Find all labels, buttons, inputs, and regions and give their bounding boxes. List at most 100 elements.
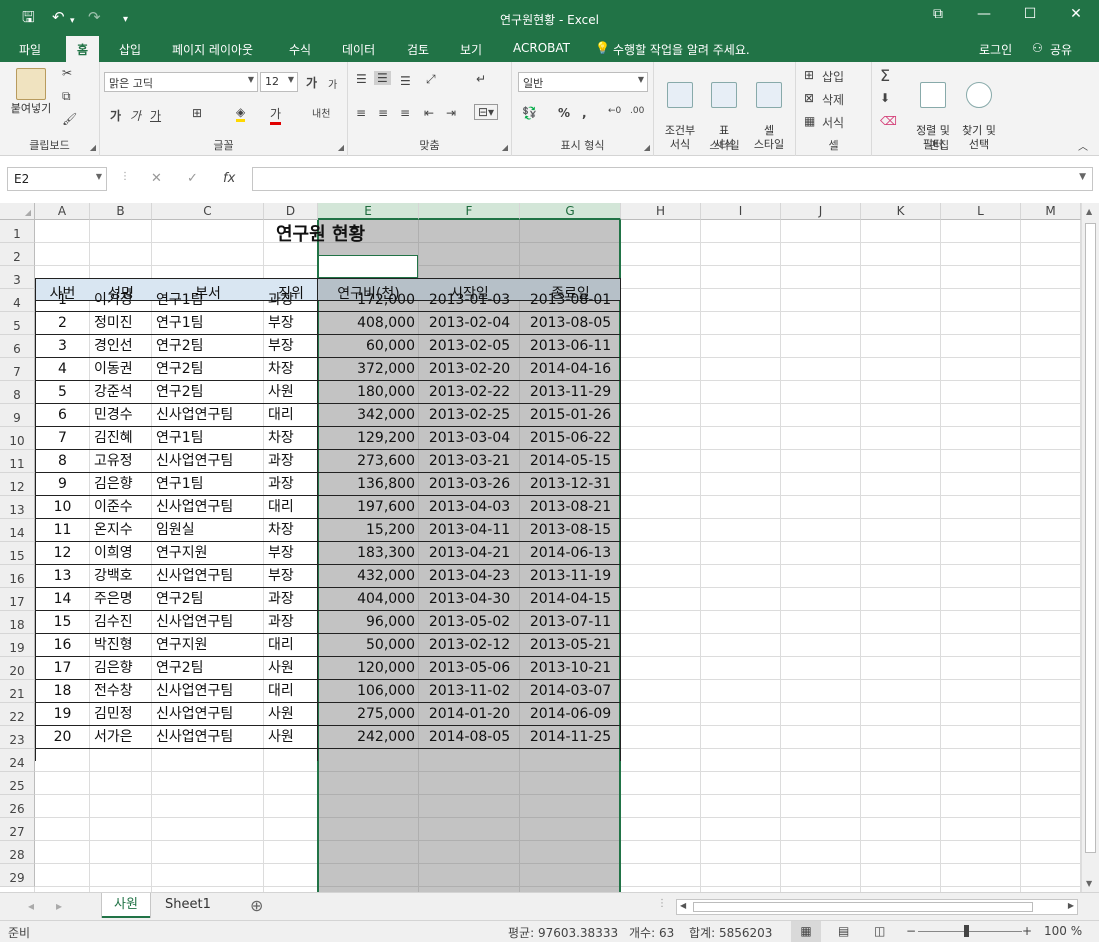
cell-name[interactable]: 김은향 bbox=[90, 657, 152, 680]
cell-start[interactable]: 2013-02-22 bbox=[419, 381, 520, 404]
row-header-26[interactable]: 26 bbox=[0, 795, 35, 818]
row-header-12[interactable]: 12 bbox=[0, 473, 35, 496]
formula-input[interactable]: ▼ bbox=[252, 167, 1093, 191]
cell-id[interactable]: 9 bbox=[35, 473, 90, 496]
column-header-b[interactable]: B bbox=[90, 203, 152, 220]
cell-budget[interactable]: 183,300 bbox=[318, 542, 419, 565]
cell-end[interactable]: 2013-08-01 bbox=[520, 289, 621, 312]
cell-dept[interactable]: 연구1팀 bbox=[152, 427, 264, 450]
cell-budget[interactable]: 180,000 bbox=[318, 381, 419, 404]
cell-budget[interactable]: 172,000 bbox=[318, 289, 419, 312]
cell-budget[interactable]: 273,600 bbox=[318, 450, 419, 473]
cell-name[interactable]: 강준석 bbox=[90, 381, 152, 404]
cell-id[interactable]: 4 bbox=[35, 358, 90, 381]
row-header-3[interactable]: 3 bbox=[0, 266, 35, 289]
tab-page-layout[interactable]: 페이지 레이아웃 bbox=[172, 41, 253, 58]
cell-start[interactable]: 2013-04-30 bbox=[419, 588, 520, 611]
shrink-font-icon[interactable]: 가 bbox=[328, 76, 337, 91]
next-sheet-icon[interactable]: ▸ bbox=[56, 899, 62, 913]
phonetic-button[interactable]: 내천 bbox=[312, 105, 330, 120]
cell-budget[interactable]: 408,000 bbox=[318, 312, 419, 335]
tab-review[interactable]: 검토 bbox=[407, 41, 429, 58]
cell-name[interactable]: 박진형 bbox=[90, 634, 152, 657]
name-box[interactable]: E2 ▼ bbox=[7, 167, 107, 191]
cell-name[interactable]: 김민정 bbox=[90, 703, 152, 726]
cell-budget[interactable]: 106,000 bbox=[318, 680, 419, 703]
normal-view-icon[interactable]: ▦ bbox=[791, 921, 821, 942]
sheet-tab-sheet1[interactable]: Sheet1 bbox=[153, 893, 223, 918]
cell-end[interactable]: 2015-06-22 bbox=[520, 427, 621, 450]
scroll-down-icon[interactable]: ▼ bbox=[1086, 879, 1092, 888]
column-header-f[interactable]: F bbox=[419, 203, 520, 220]
paste-button[interactable]: 붙여넣기 bbox=[6, 68, 56, 116]
tab-file[interactable]: 파일 bbox=[19, 41, 41, 58]
cell-id[interactable]: 17 bbox=[35, 657, 90, 680]
page-break-view-icon[interactable]: ◫ bbox=[874, 924, 885, 938]
row-header-20[interactable]: 20 bbox=[0, 657, 35, 680]
maximize-button[interactable]: ☐ bbox=[1015, 6, 1045, 22]
cell-id[interactable]: 6 bbox=[35, 404, 90, 427]
cell-id[interactable]: 16 bbox=[35, 634, 90, 657]
ribbon-display-options-icon[interactable]: ⧉ bbox=[923, 6, 953, 22]
cell-start[interactable]: 2013-03-26 bbox=[419, 473, 520, 496]
orientation-icon[interactable]: ⤢ bbox=[426, 72, 436, 87]
cell-budget[interactable]: 404,000 bbox=[318, 588, 419, 611]
fill-icon[interactable]: ⬇ bbox=[880, 91, 890, 105]
cell-position[interactable]: 과장 bbox=[264, 611, 318, 634]
cell-start[interactable]: 2013-04-23 bbox=[419, 565, 520, 588]
cell-name[interactable]: 경인선 bbox=[90, 335, 152, 358]
row-header-23[interactable]: 23 bbox=[0, 726, 35, 749]
collapse-ribbon-icon[interactable]: ︿ bbox=[1078, 138, 1088, 153]
cell-budget[interactable]: 342,000 bbox=[318, 404, 419, 427]
cell-budget[interactable]: 50,000 bbox=[318, 634, 419, 657]
row-header-9[interactable]: 9 bbox=[0, 404, 35, 427]
cell-name[interactable]: 이희영 bbox=[90, 542, 152, 565]
cell-dept[interactable]: 연구2팀 bbox=[152, 335, 264, 358]
sheet-tab-sawon[interactable]: 사원 bbox=[102, 893, 150, 918]
clear-icon[interactable]: ⌫ bbox=[880, 114, 897, 128]
cell-budget[interactable]: 120,000 bbox=[318, 657, 419, 680]
increase-decimal-icon[interactable]: ←0 bbox=[608, 106, 621, 116]
tell-me-search[interactable]: 수행할 작업을 알려 주세요. bbox=[613, 41, 750, 58]
cell-position[interactable]: 대리 bbox=[264, 496, 318, 519]
column-header-c[interactable]: C bbox=[152, 203, 264, 220]
merge-center-icon[interactable]: ⊟▾ bbox=[474, 104, 499, 120]
format-painter-icon[interactable]: 🖌 bbox=[62, 112, 77, 126]
cell-budget[interactable]: 96,000 bbox=[318, 611, 419, 634]
column-header-l[interactable]: L bbox=[941, 203, 1021, 220]
cell-end[interactable]: 2013-06-11 bbox=[520, 335, 621, 358]
cell-dept[interactable]: 신사업연구팀 bbox=[152, 404, 264, 427]
cell-dept[interactable]: 신사업연구팀 bbox=[152, 726, 264, 749]
cell-dept[interactable]: 연구지원 bbox=[152, 634, 264, 657]
zoom-in-button[interactable]: + bbox=[1022, 924, 1032, 938]
number-launcher-icon[interactable]: ◢ bbox=[644, 143, 650, 152]
cell-start[interactable]: 2013-03-21 bbox=[419, 450, 520, 473]
cell-start[interactable]: 2013-02-25 bbox=[419, 404, 520, 427]
zoom-level[interactable]: 100 % bbox=[1044, 924, 1082, 938]
cell-start[interactable]: 2013-04-03 bbox=[419, 496, 520, 519]
cell-dept[interactable]: 신사업연구팀 bbox=[152, 450, 264, 473]
cell-name[interactable]: 김은향 bbox=[90, 473, 152, 496]
new-sheet-icon[interactable]: ⊕ bbox=[250, 896, 263, 915]
cell-position[interactable]: 대리 bbox=[264, 680, 318, 703]
cell-id[interactable]: 19 bbox=[35, 703, 90, 726]
scroll-left-icon[interactable]: ◀ bbox=[680, 901, 686, 910]
row-header-13[interactable]: 13 bbox=[0, 496, 35, 519]
cell-budget[interactable]: 136,800 bbox=[318, 473, 419, 496]
cell-start[interactable]: 2013-03-04 bbox=[419, 427, 520, 450]
cell-dept[interactable]: 연구2팀 bbox=[152, 381, 264, 404]
cell-dept[interactable]: 신사업연구팀 bbox=[152, 680, 264, 703]
align-center-icon[interactable]: ≡ bbox=[378, 106, 388, 120]
row-header-11[interactable]: 11 bbox=[0, 450, 35, 473]
cell-start[interactable]: 2013-05-02 bbox=[419, 611, 520, 634]
row-header-8[interactable]: 8 bbox=[0, 381, 35, 404]
cell-budget[interactable]: 129,200 bbox=[318, 427, 419, 450]
cell-end[interactable]: 2013-05-21 bbox=[520, 634, 621, 657]
cell-end[interactable]: 2013-07-11 bbox=[520, 611, 621, 634]
delete-cells-label[interactable]: 삭제 bbox=[822, 91, 844, 108]
close-button[interactable]: ✕ bbox=[1061, 6, 1091, 22]
tab-view[interactable]: 보기 bbox=[460, 41, 482, 58]
page-layout-view-icon[interactable]: ▤ bbox=[838, 924, 849, 938]
cell-position[interactable]: 과장 bbox=[264, 473, 318, 496]
login-link[interactable]: 로그인 bbox=[979, 41, 1012, 58]
